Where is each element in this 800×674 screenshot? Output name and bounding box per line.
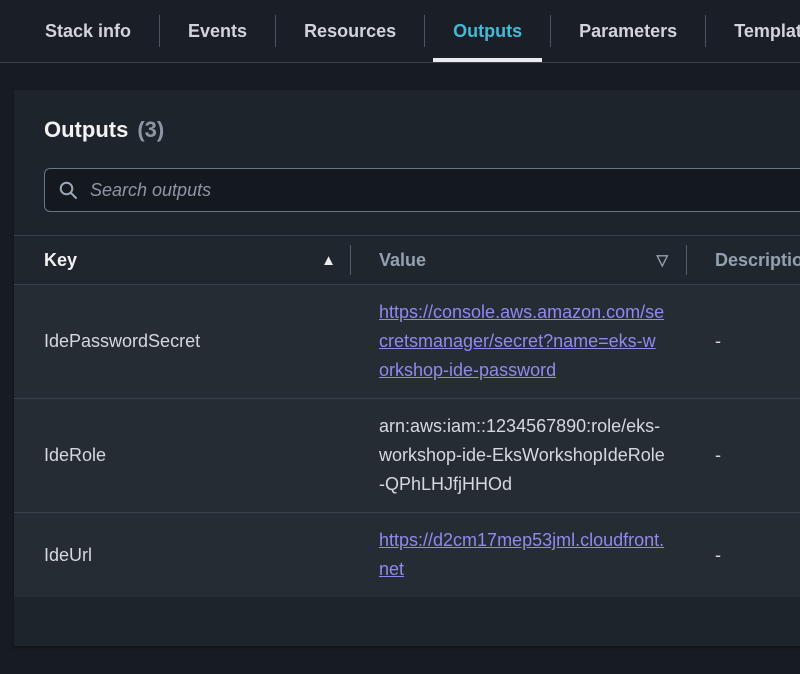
sort-ascending-icon[interactable]: ▲ — [321, 252, 336, 269]
sort-indicator-icon[interactable]: ▽ — [656, 251, 668, 269]
output-description: - — [687, 545, 800, 566]
search-box[interactable] — [44, 168, 800, 212]
search-icon — [58, 180, 78, 200]
tab-divider — [424, 15, 425, 47]
tab-resources[interactable]: Resources — [284, 0, 416, 62]
panel-title-text: Outputs — [44, 116, 128, 144]
outputs-count-badge: (3) — [137, 116, 164, 144]
tab-events[interactable]: Events — [168, 0, 267, 62]
tab-label: Stack info — [45, 21, 131, 42]
table-header-row: Key ▲ Value ▽ Description — [14, 235, 800, 285]
tab-parameters[interactable]: Parameters — [559, 0, 697, 62]
output-key: IdeUrl — [14, 545, 351, 566]
outputs-panel: Outputs (3) Key ▲ Value ▽ Description Id… — [14, 90, 800, 646]
tab-label: Resources — [304, 21, 396, 42]
tab-label: Events — [188, 21, 247, 42]
outputs-panel-header: Outputs (3) — [14, 90, 800, 144]
column-header-value[interactable]: Value ▽ — [351, 236, 686, 284]
table-body: IdePasswordSecret https://console.aws.am… — [14, 285, 800, 597]
tab-label: Template — [734, 21, 800, 42]
tab-label: Parameters — [579, 21, 677, 42]
column-header-description[interactable]: Description — [687, 236, 800, 284]
output-value-link[interactable]: https://console.aws.amazon.com/secretsma… — [379, 302, 664, 380]
column-label: Description — [715, 250, 800, 271]
output-value: https://console.aws.amazon.com/secretsma… — [351, 285, 687, 398]
output-value: arn:aws:iam::1234567890:role/eks-worksho… — [351, 399, 687, 512]
output-key: IdePasswordSecret — [14, 331, 351, 352]
output-value-link[interactable]: https://d2cm17mep53jml.cloudfront.net — [379, 530, 664, 579]
tab-label: Outputs — [453, 21, 522, 42]
table-row: IdePasswordSecret https://console.aws.am… — [14, 285, 800, 398]
table-row: IdeUrl https://d2cm17mep53jml.cloudfront… — [14, 512, 800, 597]
tab-template[interactable]: Template — [714, 0, 800, 62]
output-key: IdeRole — [14, 445, 351, 466]
tab-divider — [159, 15, 160, 47]
column-label: Value — [379, 250, 426, 271]
tab-divider — [275, 15, 276, 47]
stack-tab-bar: Stack info Events Resources Outputs Para… — [0, 0, 800, 63]
output-value: https://d2cm17mep53jml.cloudfront.net — [351, 513, 687, 597]
column-label: Key — [44, 250, 77, 271]
search-input[interactable] — [88, 179, 800, 202]
tab-stack-info[interactable]: Stack info — [25, 0, 151, 62]
column-header-key[interactable]: Key ▲ — [14, 236, 350, 284]
output-value-text: arn:aws:iam::1234567890:role/eks-worksho… — [379, 416, 665, 494]
output-description: - — [687, 331, 800, 352]
page-title: Outputs (3) — [44, 116, 800, 144]
tab-outputs[interactable]: Outputs — [433, 0, 542, 62]
tab-divider — [550, 15, 551, 47]
table-row: IdeRole arn:aws:iam::1234567890:role/eks… — [14, 398, 800, 512]
tab-divider — [705, 15, 706, 47]
output-description: - — [687, 445, 800, 466]
